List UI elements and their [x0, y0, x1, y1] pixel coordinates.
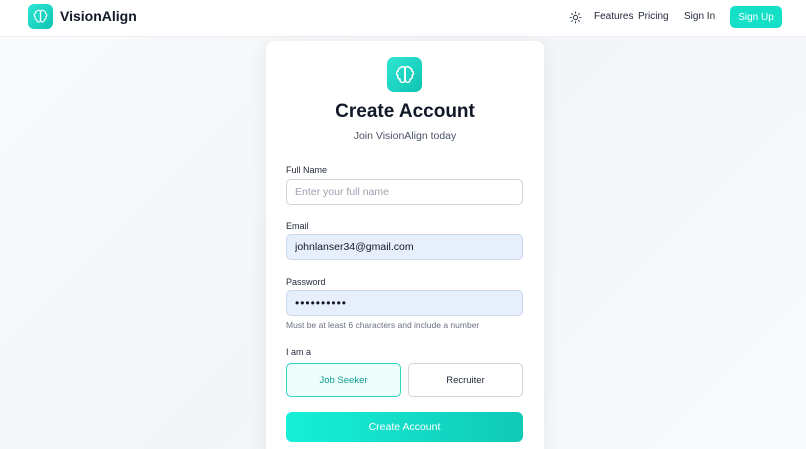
nav-sign-in-link[interactable]: Sign In: [684, 11, 715, 22]
brand-name[interactable]: VisionAlign: [60, 8, 137, 24]
create-account-button[interactable]: Create Account: [286, 412, 523, 442]
password-label: Password: [286, 277, 326, 287]
brain-icon: [33, 9, 48, 23]
email-label: Email: [286, 221, 309, 231]
password-hint: Must be at least 6 characters and includ…: [286, 320, 480, 330]
nav-pricing-link[interactable]: Pricing: [638, 11, 669, 22]
sun-icon[interactable]: [569, 11, 582, 24]
card-logo: [387, 57, 422, 92]
password-input[interactable]: [286, 290, 523, 316]
email-input[interactable]: [286, 234, 523, 260]
full-name-input[interactable]: [286, 179, 523, 205]
brain-icon: [395, 65, 414, 83]
role-label: I am a: [286, 347, 312, 357]
page-subtitle: Join VisionAlign today: [353, 130, 457, 142]
signup-card: Create Account Join VisionAlign today Fu…: [266, 41, 544, 449]
nav-features-link[interactable]: Features: [594, 11, 633, 22]
brand-logo[interactable]: [28, 4, 53, 29]
role-job-seeker-button[interactable]: Job Seeker: [286, 363, 401, 397]
page-title: Create Account: [335, 101, 475, 122]
role-recruiter-button[interactable]: Recruiter: [408, 363, 523, 397]
full-name-label: Full Name: [286, 165, 328, 175]
sign-up-button[interactable]: Sign Up: [730, 6, 782, 28]
top-navbar: VisionAlign Features Pricing Sign In Sig…: [0, 0, 806, 37]
